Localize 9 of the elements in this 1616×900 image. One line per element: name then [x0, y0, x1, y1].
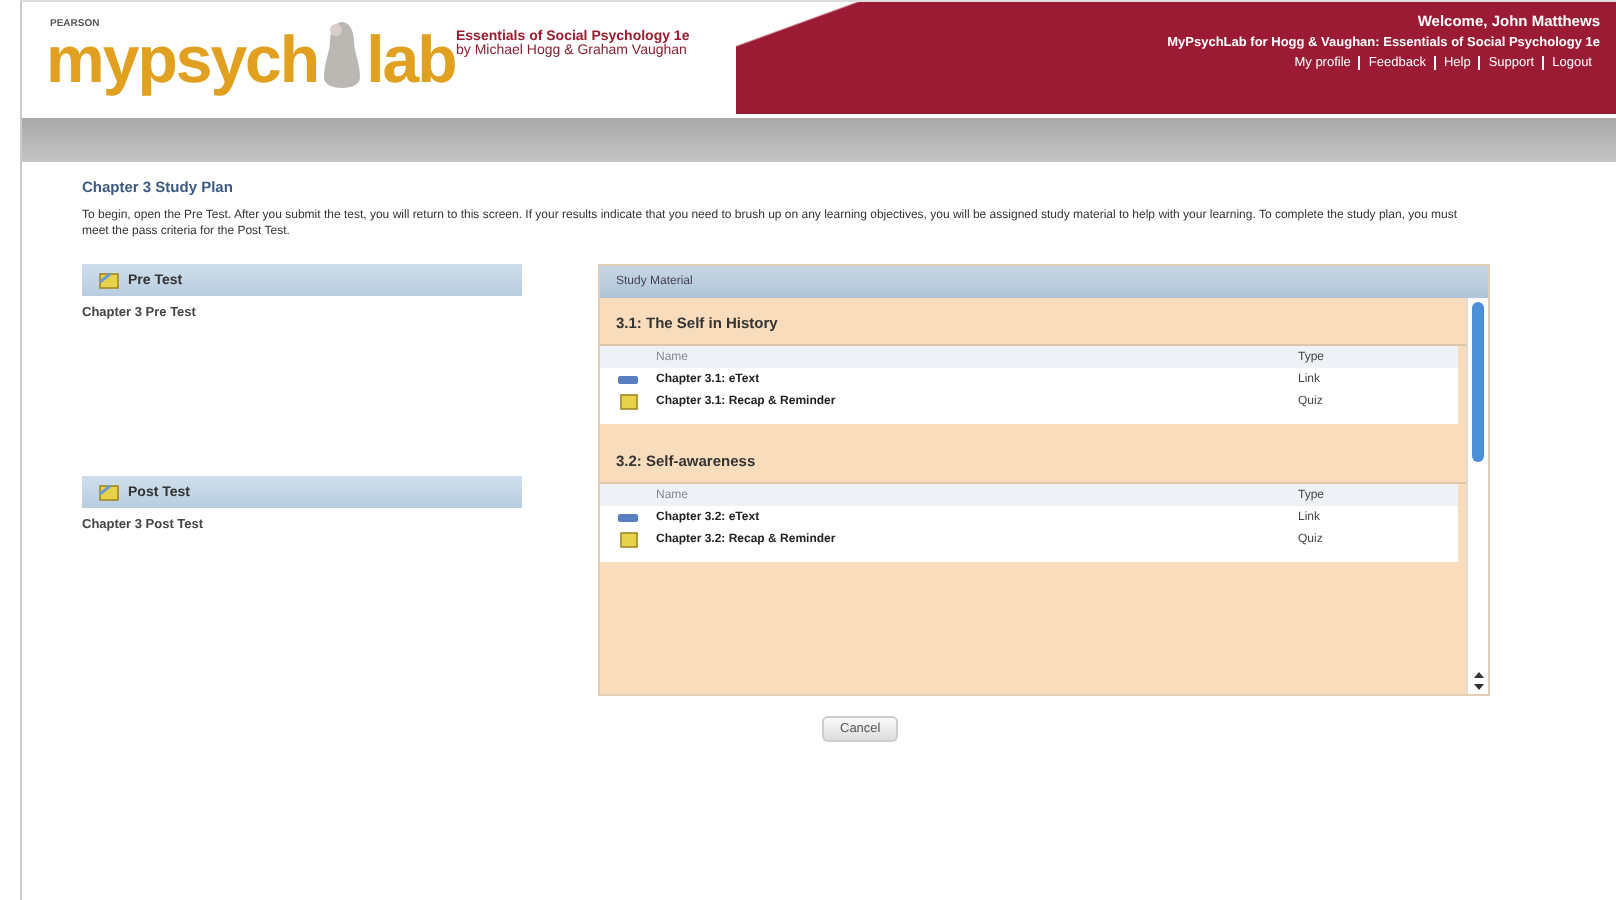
logo-text: lab	[366, 24, 456, 96]
document-icon	[619, 531, 637, 547]
logo-text: mypsych	[46, 24, 319, 96]
document-icon	[98, 271, 120, 289]
document-icon	[98, 483, 120, 501]
scroll-arrows-icon[interactable]	[1473, 672, 1483, 690]
mouse-icon	[320, 18, 365, 90]
scrollbar[interactable]	[1466, 298, 1488, 694]
document-icon	[619, 393, 637, 409]
